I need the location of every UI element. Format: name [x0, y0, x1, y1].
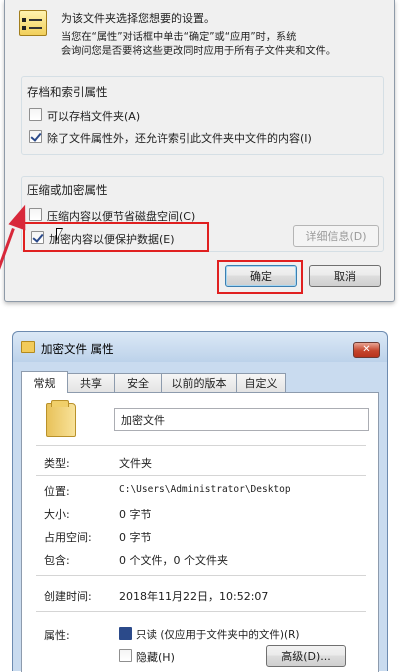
created-value: 2018年11月22日，10:52:07: [119, 590, 269, 603]
mouse-cursor-icon: [56, 228, 63, 242]
divider: [36, 445, 366, 446]
window-title: 加密文件 属性: [41, 342, 114, 356]
divider: [36, 575, 366, 576]
ok-button[interactable]: 确定: [225, 265, 297, 287]
bullet-icon: [22, 18, 26, 22]
encrypt-highlight-box: [23, 222, 209, 252]
index-checkbox-label[interactable]: 除了文件属性外，还允许索引此文件夹中文件的内容(I): [47, 130, 312, 146]
location-label: 位置:: [44, 485, 70, 498]
readonly-checkbox[interactable]: [119, 627, 132, 640]
readonly-checkbox-label[interactable]: 只读 (仅应用于文件夹中的文件)(R): [136, 627, 300, 642]
compress-group-title: 压缩或加密属性: [27, 183, 108, 197]
tab-sharing[interactable]: 共享: [67, 373, 115, 392]
bullet-icon: [22, 26, 26, 30]
divider: [36, 611, 366, 612]
created-label: 创建时间:: [44, 590, 92, 603]
hidden-checkbox[interactable]: [119, 649, 132, 662]
location-value: C:\Users\Administrator\Desktop: [119, 484, 291, 495]
intro-text-line-3: 会询问您是否要将这些更改同时应用于所有子文件夹和文件。: [61, 46, 337, 57]
folder-icon: [46, 400, 76, 437]
archive-checkbox-label[interactable]: 可以存档文件夹(A): [47, 108, 140, 124]
tab-general[interactable]: 常规: [21, 371, 68, 393]
size-on-disk-label: 占用空间:: [44, 531, 92, 544]
close-icon[interactable]: ✕: [353, 342, 380, 358]
tab-security[interactable]: 安全: [114, 373, 162, 392]
attributes-label: 属性:: [44, 629, 70, 642]
archive-group-title: 存档和索引属性: [27, 85, 108, 99]
contains-value: 0 个文件，0 个文件夹: [119, 554, 228, 567]
intro-text-line-2: 当您在“属性”对话框中单击“确定”或“应用”时，系统: [61, 32, 297, 43]
details-button[interactable]: 详细信息(D): [293, 225, 379, 247]
hidden-checkbox-label[interactable]: 隐藏(H): [136, 649, 175, 665]
title-bar[interactable]: 加密文件 属性 ✕: [13, 332, 387, 362]
type-value: 文件夹: [119, 457, 152, 470]
type-label: 类型:: [44, 457, 70, 470]
size-value: 0 字节: [119, 508, 152, 521]
intro-text-line-1: 为该文件夹选择您想要的设置。: [61, 12, 215, 25]
size-on-disk-value: 0 字节: [119, 531, 152, 544]
tab-previous-versions[interactable]: 以前的版本: [161, 373, 237, 392]
divider: [36, 475, 366, 476]
index-checkbox[interactable]: [29, 130, 42, 143]
folder-icon: [21, 341, 35, 353]
advanced-attributes-dialog: 为该文件夹选择您想要的设置。 当您在“属性”对话框中单击“确定”或“应用”时，系…: [4, 0, 395, 302]
folder-name-input[interactable]: [114, 408, 369, 431]
archive-checkbox[interactable]: [29, 108, 42, 121]
cancel-button[interactable]: 取消: [309, 265, 381, 287]
contains-label: 包含:: [44, 554, 70, 567]
size-label: 大小:: [44, 508, 70, 521]
general-tab-panel: 类型: 文件夹 位置: C:\Users\Administrator\Deskt…: [21, 392, 379, 672]
tab-customize[interactable]: 自定义: [236, 373, 286, 392]
advanced-button[interactable]: 高级(D)...: [266, 645, 346, 667]
folder-settings-icon: [19, 10, 47, 36]
folder-properties-dialog: 加密文件 属性 ✕ 常规 共享 安全 以前的版本 自定义 类型: 文件夹 位置:…: [12, 331, 388, 672]
